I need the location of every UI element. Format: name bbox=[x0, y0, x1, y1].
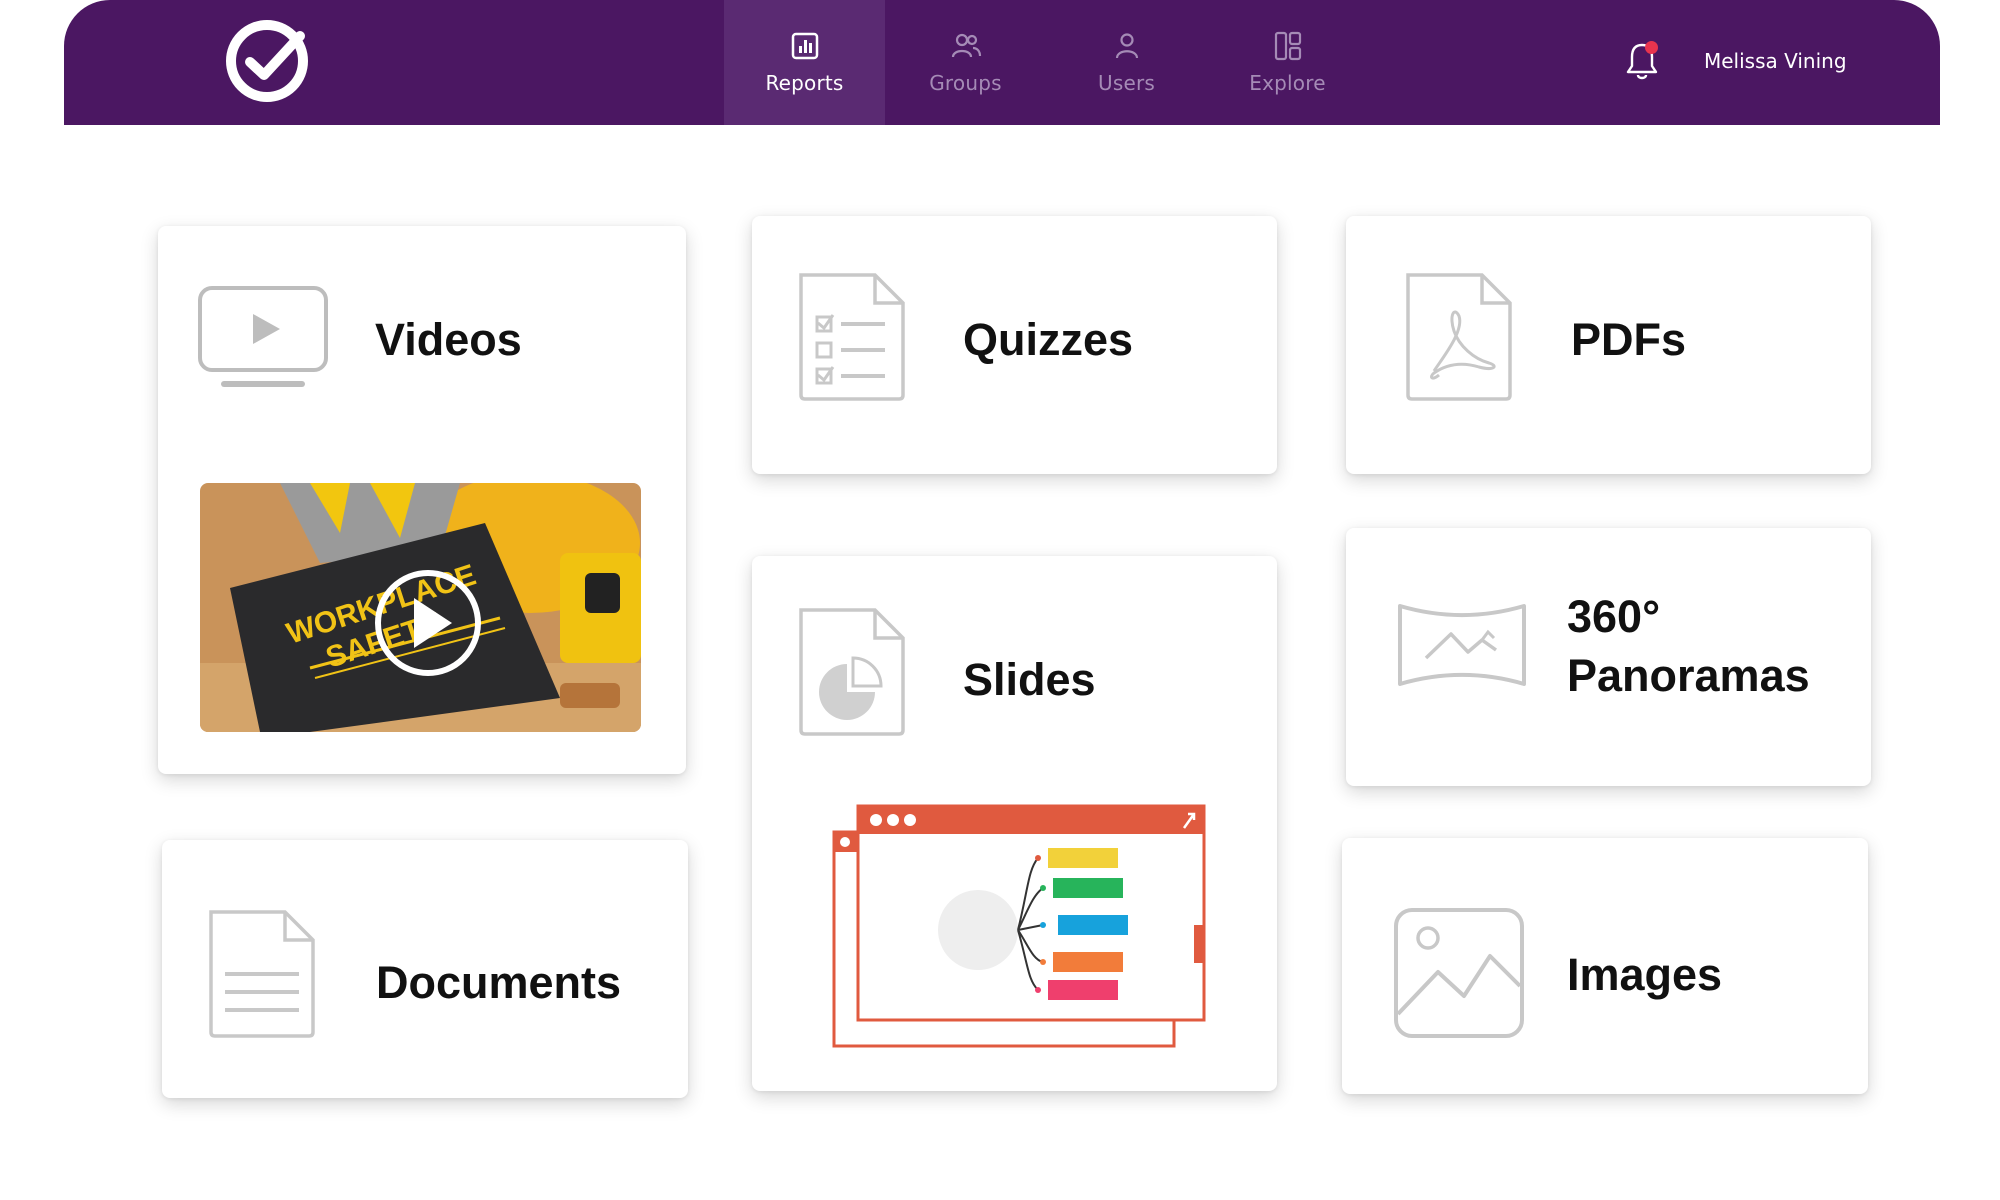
card-title-line: Panoramas bbox=[1567, 650, 1810, 701]
page: Reports Groups Users Explore Melissa Vin… bbox=[0, 0, 2000, 1200]
user-icon bbox=[1115, 33, 1138, 59]
pdf-document-icon bbox=[1406, 273, 1512, 401]
card-title: Videos bbox=[375, 314, 522, 365]
bar-chart-icon bbox=[791, 32, 818, 60]
users-group-icon bbox=[951, 33, 981, 58]
nav-item-groups[interactable]: Groups bbox=[885, 0, 1046, 125]
pdfs-card[interactable]: PDFs bbox=[1346, 216, 1871, 474]
workplace-safety-video-image: WORKPLACE SAFETY bbox=[200, 483, 641, 732]
monitor-play-icon bbox=[198, 286, 328, 387]
card-title: Documents bbox=[376, 957, 622, 1008]
checkmark-logo-icon[interactable] bbox=[224, 18, 310, 104]
nav-label: Explore bbox=[1249, 71, 1326, 95]
quizzes-card[interactable]: Quizzes bbox=[752, 216, 1277, 474]
documents-card[interactable]: Documents bbox=[162, 840, 688, 1098]
top-bar: Reports Groups Users Explore Melissa Vin… bbox=[64, 0, 1940, 125]
card-title: Images bbox=[1567, 949, 1723, 1000]
nav-item-explore[interactable]: Explore bbox=[1207, 0, 1368, 125]
nav-label: Users bbox=[1097, 71, 1155, 95]
pie-chart-document-icon bbox=[799, 608, 905, 736]
dashboard-grid-icon bbox=[1274, 31, 1301, 61]
images-card[interactable]: Images bbox=[1342, 838, 1868, 1094]
panoramas-card[interactable]: 360° Panoramas bbox=[1346, 528, 1871, 786]
nav-item-reports[interactable]: Reports bbox=[724, 0, 885, 125]
slides-mindmap-illustration bbox=[832, 804, 1206, 1048]
main-nav: Reports Groups Users Explore bbox=[724, 0, 1368, 125]
card-title: PDFs bbox=[1571, 314, 1687, 365]
panorama-icon bbox=[1398, 604, 1526, 686]
notification-dot bbox=[1645, 41, 1658, 54]
checklist-document-icon bbox=[799, 273, 905, 401]
card-title-line: 360° bbox=[1567, 591, 1661, 642]
nav-label: Groups bbox=[929, 71, 1002, 95]
nav-item-users[interactable]: Users bbox=[1046, 0, 1207, 125]
video-thumbnail[interactable]: WORKPLACE SAFETY bbox=[200, 483, 641, 732]
user-name[interactable]: Melissa Vining bbox=[1704, 49, 1847, 73]
card-title: Slides bbox=[963, 654, 1096, 705]
nav-label: Reports bbox=[765, 71, 844, 95]
text-document-icon bbox=[209, 910, 315, 1038]
image-icon bbox=[1394, 908, 1524, 1038]
card-title: Quizzes bbox=[963, 314, 1134, 365]
